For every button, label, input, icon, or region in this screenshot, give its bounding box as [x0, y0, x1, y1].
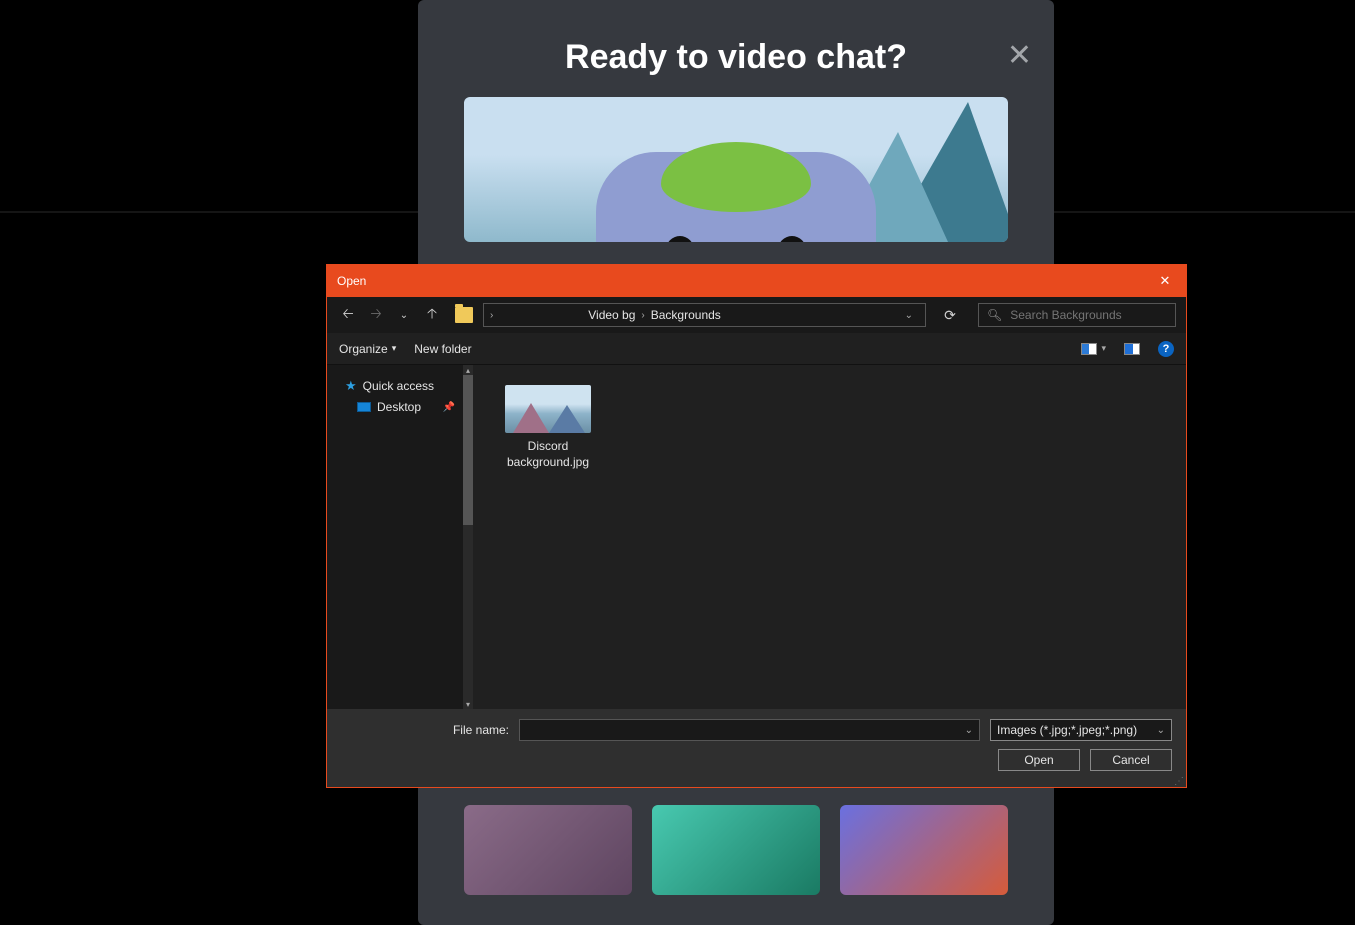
discord-preview-image [464, 97, 1008, 242]
navigation-sidebar: ★ Quick access Desktop 📌 ▴ ▾ [327, 365, 473, 709]
organize-menu[interactable]: Organize ▾ [339, 342, 396, 356]
background-thumbnail[interactable] [464, 805, 632, 895]
new-folder-button[interactable]: New folder [414, 342, 471, 356]
folder-icon [455, 307, 473, 323]
help-icon[interactable]: ? [1158, 341, 1174, 357]
up-button[interactable]: 🡡 [421, 304, 443, 326]
preview-pane-button[interactable] [1124, 343, 1140, 355]
search-icon: 🔍︎ [987, 308, 1002, 322]
dialog-titlebar[interactable]: Open ✕ [327, 265, 1186, 297]
file-name-input[interactable]: ⌄ [519, 719, 980, 741]
cancel-button[interactable]: Cancel [1090, 749, 1172, 771]
file-type-filter[interactable]: Images (*.jpg;*.jpeg;*.png) ⌄ [990, 719, 1172, 741]
breadcrumb-segment[interactable]: Backgrounds [651, 308, 721, 322]
sidebar-item-desktop[interactable]: Desktop 📌 [333, 397, 467, 417]
pin-icon: 📌 [443, 402, 455, 413]
file-name-label: Discord background.jpg [493, 439, 603, 470]
breadcrumb-segment[interactable]: Video bg [588, 308, 635, 322]
view-mode-button[interactable]: ▾ [1081, 343, 1106, 355]
discord-background-thumbnails [464, 805, 1008, 895]
scroll-up-icon[interactable]: ▴ [463, 365, 473, 375]
chevron-right-icon: › [641, 310, 644, 321]
recent-locations-dropdown[interactable]: ⌄ [393, 304, 415, 326]
sidebar-item-quick-access[interactable]: ★ Quick access [333, 375, 467, 397]
resize-grip[interactable]: ⋰ [1174, 779, 1184, 785]
background-thumbnail[interactable] [652, 805, 820, 895]
forward-button[interactable]: 🡢 [365, 304, 387, 326]
dropdown-icon[interactable]: ⌄ [965, 725, 973, 736]
dropdown-icon: ▾ [1101, 343, 1106, 354]
leaf-shape [661, 142, 811, 212]
file-thumbnail [505, 385, 591, 433]
dialog-body: ★ Quick access Desktop 📌 ▴ ▾ Discord bac… [327, 365, 1186, 709]
thumbnails-icon [1081, 343, 1097, 355]
file-item[interactable]: Discord background.jpg [493, 385, 603, 470]
discord-close-icon[interactable]: ✕ [1007, 38, 1032, 73]
quick-access-icon: ★ [345, 378, 357, 394]
eye-shape [666, 236, 694, 242]
desktop-icon [357, 402, 371, 412]
breadcrumb-dropdown[interactable]: ⌄ [899, 310, 919, 321]
wumpus-illustration [596, 152, 876, 242]
file-name-label: File name: [341, 723, 509, 737]
discord-modal-title: Ready to video chat? [418, 0, 1054, 97]
navigation-bar: 🡠 🡢 ⌄ 🡡 › Video bg › Backgrounds ⌄ ⟳ 🔍︎ [327, 297, 1186, 333]
back-button[interactable]: 🡠 [337, 304, 359, 326]
file-open-dialog: Open ✕ 🡠 🡢 ⌄ 🡡 › Video bg › Backgrounds … [326, 264, 1187, 788]
dropdown-icon: ⌄ [1157, 725, 1165, 736]
dialog-toolbar: Organize ▾ New folder ▾ ? [327, 333, 1186, 365]
close-icon[interactable]: ✕ [1150, 273, 1180, 289]
sidebar-scrollbar[interactable]: ▴ ▾ [463, 365, 473, 709]
dialog-footer: File name: ⌄ Images (*.jpg;*.jpeg;*.png)… [327, 709, 1186, 787]
scrollbar-thumb[interactable] [463, 375, 473, 525]
search-box[interactable]: 🔍︎ [978, 303, 1176, 327]
file-list-area[interactable]: Discord background.jpg [473, 365, 1186, 709]
breadcrumb-bar[interactable]: › Video bg › Backgrounds ⌄ [483, 303, 926, 327]
scroll-down-icon[interactable]: ▾ [463, 699, 473, 709]
search-input[interactable] [1010, 308, 1167, 322]
eye-shape [778, 236, 806, 242]
dropdown-icon: ▾ [392, 343, 397, 354]
open-button[interactable]: Open [998, 749, 1080, 771]
background-thumbnail[interactable] [840, 805, 1008, 895]
chevron-right-icon: › [490, 310, 493, 321]
refresh-button[interactable]: ⟳ [936, 303, 964, 327]
dialog-title: Open [337, 274, 366, 288]
